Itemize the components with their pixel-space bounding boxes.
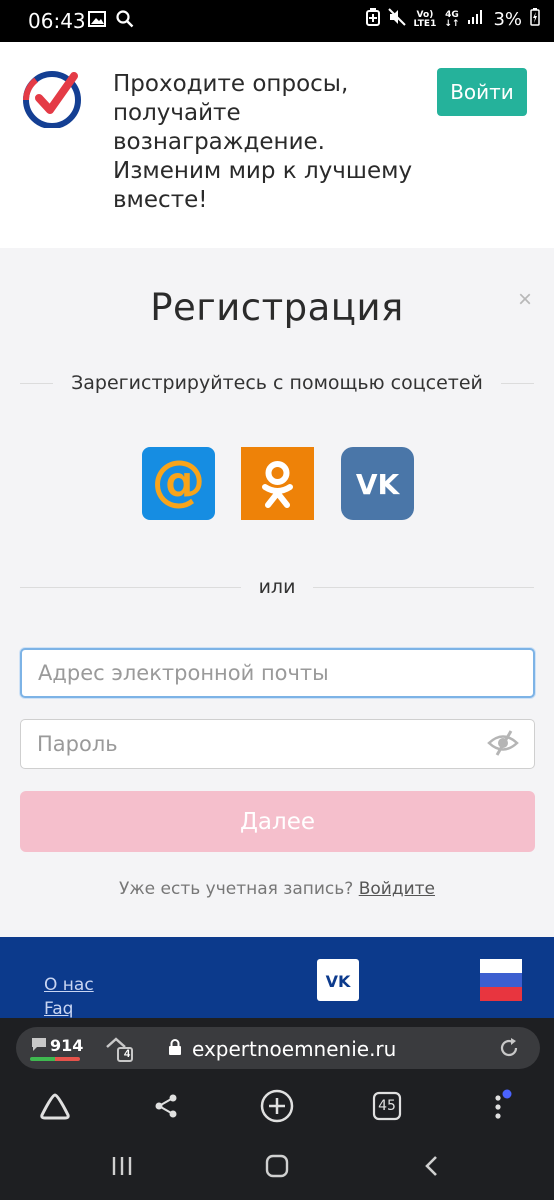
mailru-login-button[interactable]: @ bbox=[142, 447, 215, 520]
footer-link-about[interactable]: О нас bbox=[44, 975, 94, 995]
email-field[interactable] bbox=[20, 648, 535, 698]
search-icon bbox=[116, 10, 134, 33]
russia-flag-icon[interactable] bbox=[480, 959, 522, 1001]
svg-text:VK: VK bbox=[356, 468, 401, 501]
social-divider-text: Зарегистрируйтесь с помощью соцсетей bbox=[71, 372, 483, 394]
login-button[interactable]: Войти bbox=[437, 68, 527, 116]
browser-address-area: 914 4 expertnoemnenie.ru bbox=[0, 1018, 554, 1080]
web-page: Проходите опросы, получайте вознагражден… bbox=[0, 42, 554, 1018]
tab-badge: 4 bbox=[124, 1048, 131, 1060]
lock-icon bbox=[168, 1039, 182, 1061]
share-button[interactable] bbox=[148, 1088, 184, 1124]
gallery-icon bbox=[88, 11, 106, 32]
battery-percent: 3% bbox=[493, 9, 522, 30]
odnoklassniki-login-button[interactable] bbox=[241, 447, 314, 520]
banner-text: Проходите опросы, получайте вознагражден… bbox=[113, 71, 413, 213]
browser-toolbar: 45 bbox=[0, 1080, 554, 1130]
login-link[interactable]: Войдите bbox=[359, 879, 435, 899]
refresh-icon[interactable] bbox=[498, 1037, 520, 1064]
more-vertical-icon bbox=[495, 1089, 512, 1119]
menu-button[interactable] bbox=[480, 1088, 516, 1124]
volte-indicator: Vo) LTE1 bbox=[413, 9, 437, 29]
signal-icon bbox=[467, 9, 485, 30]
address-bar[interactable]: 914 4 expertnoemnenie.ru bbox=[16, 1027, 540, 1069]
counter-bar bbox=[30, 1057, 80, 1061]
svg-text:VK: VK bbox=[326, 972, 351, 991]
social-divider: Зарегистрируйтесь с помощью соцсетей bbox=[20, 372, 535, 394]
vk-login-button[interactable]: VK bbox=[341, 447, 414, 520]
page-title: Регистрация bbox=[150, 286, 404, 329]
counter-badge: 914 bbox=[50, 1036, 84, 1055]
odnoklassniki-icon bbox=[262, 461, 293, 508]
share-icon bbox=[155, 1094, 177, 1118]
password-field[interactable] bbox=[20, 719, 535, 769]
new-tab-button[interactable] bbox=[259, 1088, 295, 1124]
site-logo bbox=[22, 68, 82, 129]
tabs-button[interactable]: 45 bbox=[369, 1088, 405, 1124]
plus-circle-icon bbox=[260, 1089, 294, 1123]
or-divider-text: или bbox=[258, 576, 296, 598]
site-footer: О нас Faq VK bbox=[0, 937, 554, 1018]
battery-charging-icon bbox=[530, 8, 540, 31]
svg-text:@: @ bbox=[152, 449, 206, 512]
footer-vk-icon[interactable]: VK bbox=[317, 959, 359, 1001]
tabs-count: 45 bbox=[378, 1098, 396, 1114]
eye-slash-icon[interactable] bbox=[487, 728, 519, 758]
close-icon[interactable]: × bbox=[512, 286, 538, 313]
battery-saver-icon bbox=[365, 8, 380, 31]
have-account-row: Уже есть учетная запись? Войдите bbox=[0, 879, 554, 899]
recent-apps-icon bbox=[112, 1157, 132, 1175]
system-nav-bar bbox=[0, 1130, 554, 1200]
alice-button[interactable] bbox=[37, 1088, 73, 1124]
vk-icon: VK bbox=[356, 468, 401, 501]
or-divider: или bbox=[20, 576, 534, 598]
back-button[interactable] bbox=[412, 1150, 452, 1182]
promo-banner: Проходите опросы, получайте вознагражден… bbox=[0, 42, 554, 248]
next-button[interactable]: Далее bbox=[20, 791, 535, 852]
status-time: 06:43 bbox=[28, 9, 86, 33]
mailru-icon: @ bbox=[152, 449, 206, 512]
footer-link-faq[interactable]: Faq bbox=[44, 999, 73, 1018]
alice-icon bbox=[40, 1093, 70, 1120]
have-account-text: Уже есть учетная запись? bbox=[119, 879, 354, 899]
recent-apps-button[interactable] bbox=[102, 1150, 142, 1182]
network-4g-indicator: 4G ↓↑ bbox=[444, 9, 460, 29]
status-bar: 06:43 Vo) LTE1 4G ↓↑ 3% bbox=[0, 0, 554, 42]
back-icon bbox=[425, 1156, 437, 1176]
comments-icon bbox=[30, 1036, 48, 1057]
url-text[interactable]: expertnoemnenie.ru bbox=[192, 1037, 396, 1061]
home-icon bbox=[265, 1154, 289, 1178]
mute-icon bbox=[387, 8, 406, 31]
home-button[interactable] bbox=[257, 1150, 297, 1182]
